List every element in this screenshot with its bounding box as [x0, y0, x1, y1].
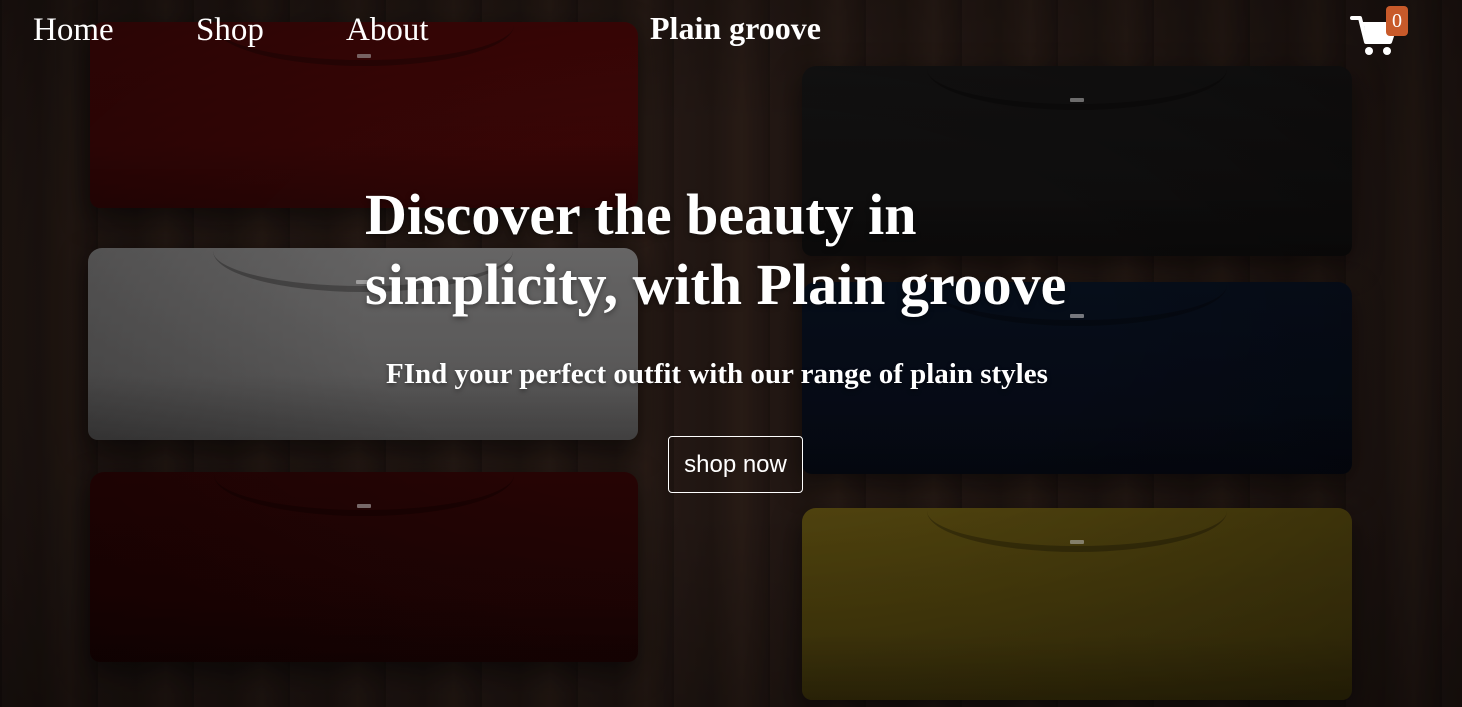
- brand-logo-text: Plain groove: [650, 10, 821, 46]
- hero-subtitle: FInd your perfect outfit with our range …: [386, 358, 1048, 390]
- shop-now-button[interactable]: shop now: [668, 436, 803, 493]
- cart-button[interactable]: 0: [1350, 6, 1414, 64]
- cart-count-badge: 0: [1386, 6, 1408, 36]
- hero-overlay: [0, 0, 1462, 707]
- hero-title: Discover the beauty in simplicity, with …: [365, 182, 1067, 317]
- nav-home-link[interactable]: Home: [33, 10, 114, 50]
- nav-shop-link[interactable]: Shop: [196, 10, 264, 50]
- landing-page: Home Shop About Plain groove 0 Discover …: [0, 0, 1462, 707]
- nav-about-link[interactable]: About: [346, 10, 429, 50]
